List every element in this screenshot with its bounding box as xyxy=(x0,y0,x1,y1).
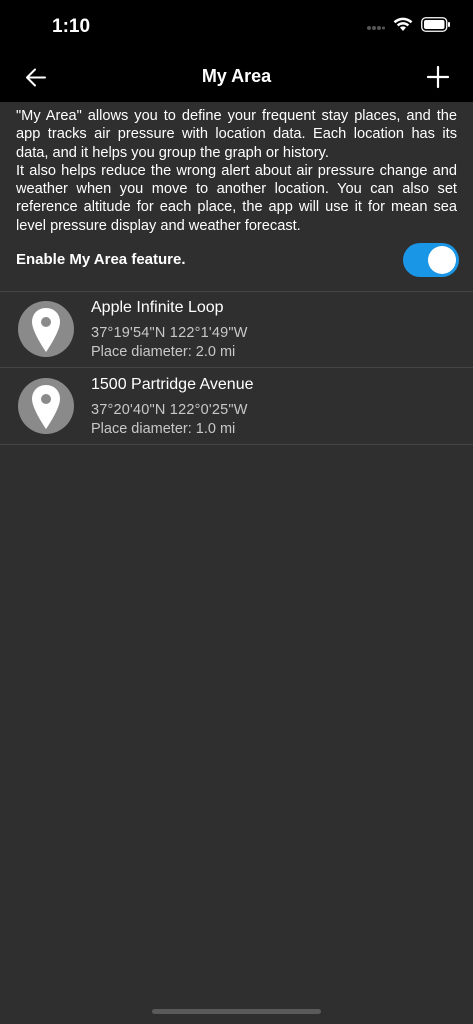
plus-icon xyxy=(426,65,450,89)
page-title: My Area xyxy=(201,66,272,86)
wifi-icon xyxy=(393,17,413,37)
status-time: 1:10 xyxy=(52,16,91,37)
battery-icon xyxy=(421,17,451,37)
toggle-knob xyxy=(428,246,456,274)
location-pin-icon xyxy=(18,378,74,434)
place-name: 1500 Partridge Avenue xyxy=(91,376,254,393)
signal-icon xyxy=(367,18,385,36)
place-diameter: Place diameter: 1.0 mi xyxy=(91,421,236,437)
description-paragraph-2: It also helps reduce the wrong alert abo… xyxy=(16,162,457,234)
place-coordinates: 37°20'40"N 122°0'25"W xyxy=(91,402,248,418)
description-paragraph-1: "My Area" allows you to define your freq… xyxy=(16,108,457,161)
location-pin-icon xyxy=(18,301,74,357)
place-item-apple-infinite-loop[interactable]: Apple Infinite Loop 37°19'54"N 122°1'49"… xyxy=(0,291,473,367)
nav-bar: My Area xyxy=(0,52,473,102)
feature-description: "My Area" allows you to define your freq… xyxy=(16,107,457,235)
enable-my-area-toggle[interactable] xyxy=(403,243,459,277)
place-name: Apple Infinite Loop xyxy=(91,299,224,316)
enable-my-area-label: Enable My Area feature. xyxy=(16,251,186,268)
place-diameter: Place diameter: 2.0 mi xyxy=(91,344,236,360)
status-icons xyxy=(367,17,451,37)
divider xyxy=(0,444,473,445)
place-item-1500-partridge-avenue[interactable]: 1500 Partridge Avenue 37°20'40"N 122°0'2… xyxy=(0,368,473,444)
status-bar: 1:10 xyxy=(0,0,473,52)
enable-my-area-row: Enable My Area feature. xyxy=(0,240,473,291)
place-coordinates: 37°19'54"N 122°1'49"W xyxy=(91,325,248,341)
home-indicator[interactable] xyxy=(152,1009,321,1014)
add-place-button[interactable] xyxy=(423,62,453,92)
